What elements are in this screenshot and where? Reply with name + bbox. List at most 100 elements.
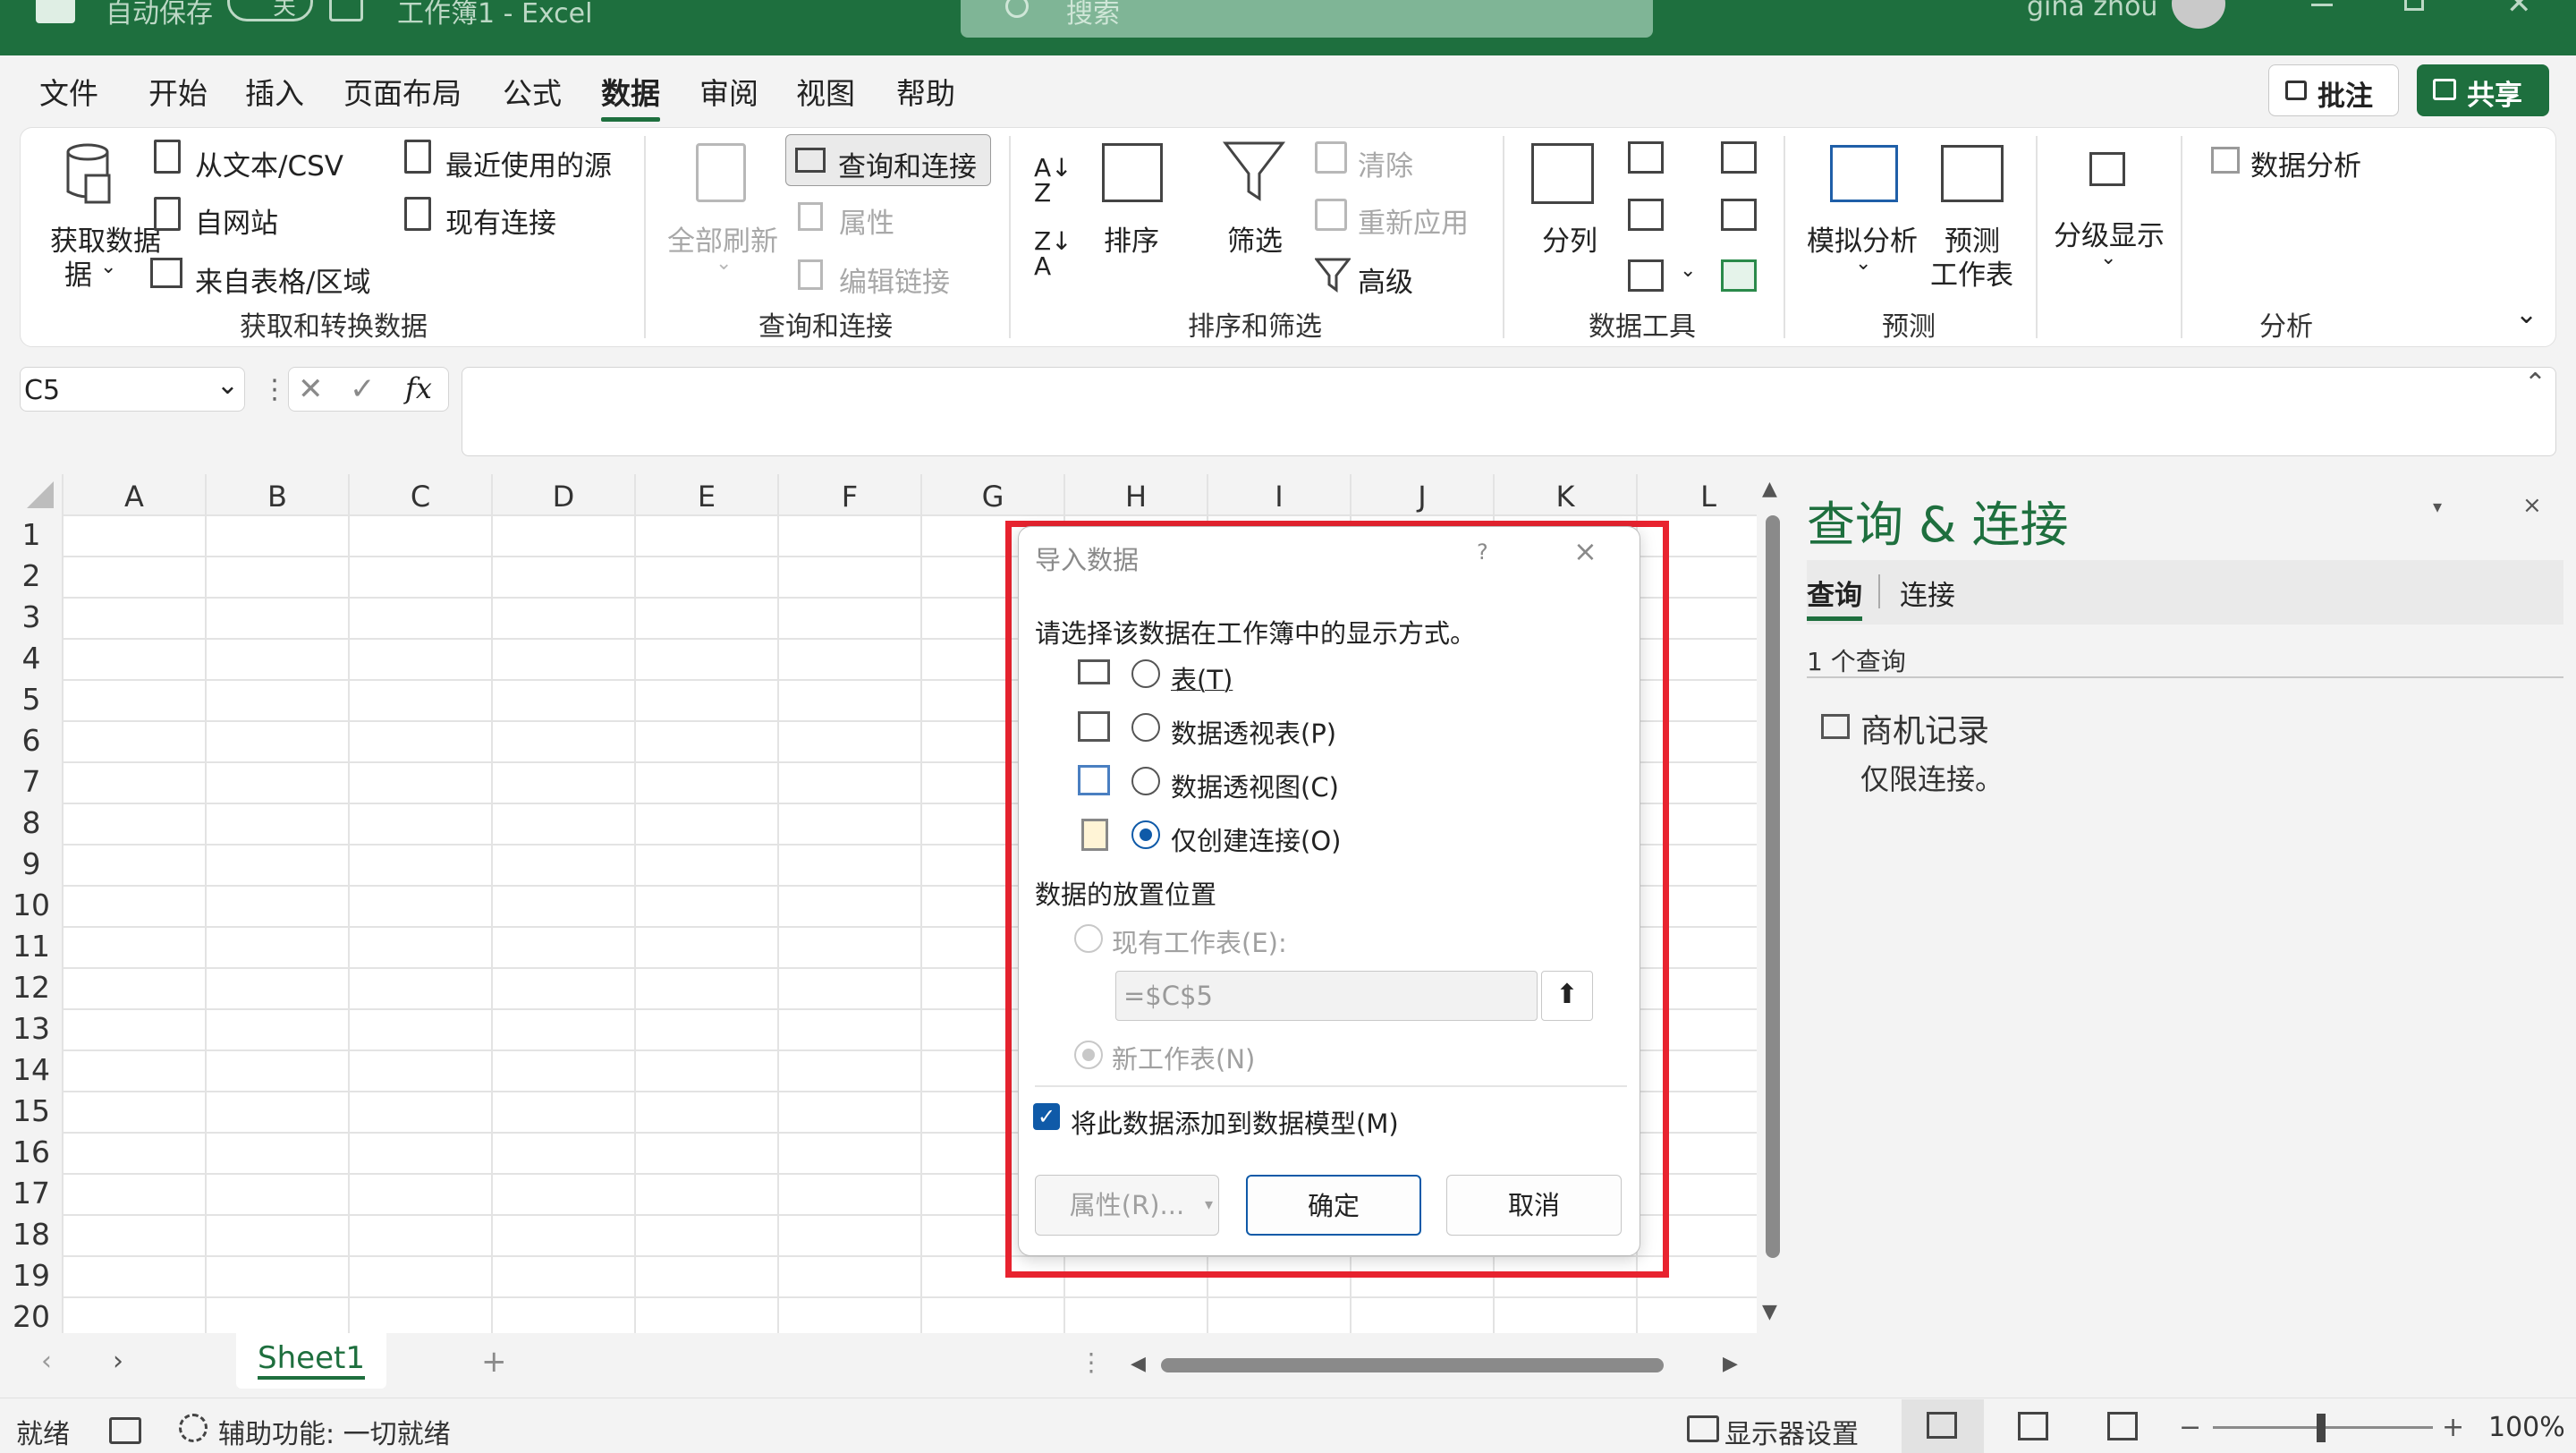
row-header[interactable]: 14 (0, 1052, 63, 1087)
tab-queries[interactable]: 查询 (1807, 573, 1862, 621)
text-to-columns-button[interactable]: 分列 (1542, 218, 1597, 259)
option-table-label[interactable]: 表(T) (1171, 659, 1233, 697)
sheet-tab-active[interactable]: Sheet1 (236, 1333, 386, 1389)
query-name[interactable]: 商机记录 (1860, 705, 1989, 752)
close-pane-icon[interactable]: × (2522, 492, 2542, 519)
filter-button[interactable]: 筛选 (1227, 218, 1283, 259)
new-worksheet-label[interactable]: 新工作表(N) (1112, 1039, 1255, 1076)
row-header[interactable]: 20 (0, 1299, 63, 1334)
scroll-up-icon[interactable]: ▲ (1762, 478, 1777, 500)
page-layout-view-icon[interactable] (2018, 1412, 2048, 1440)
share-button[interactable]: 共享 (2417, 64, 2549, 116)
edit-links-button[interactable]: 编辑链接 (839, 259, 950, 300)
add-to-model-label[interactable]: 将此数据添加到数据模型(M) (1071, 1103, 1399, 1141)
row-header[interactable]: 2 (0, 558, 63, 593)
row-header[interactable]: 17 (0, 1176, 63, 1211)
tab-help[interactable]: 帮助 (896, 70, 955, 113)
column-header[interactable]: D (492, 476, 635, 517)
horizontal-scroll-thumb[interactable] (1161, 1358, 1664, 1372)
data-model-icon[interactable] (1721, 259, 1757, 292)
row-header[interactable]: 9 (0, 846, 63, 881)
properties-dialog-button[interactable]: 属性(R)... ▾ (1035, 1175, 1219, 1236)
row-header[interactable]: 12 (0, 970, 63, 1005)
recent-sources-button[interactable]: 最近使用的源 (445, 143, 612, 183)
column-header[interactable]: H (1064, 476, 1208, 517)
scroll-right-icon[interactable]: ▶ (1723, 1353, 1738, 1375)
tab-home[interactable]: 开始 (148, 70, 208, 113)
split-handle-icon[interactable]: ⋮ (1079, 1347, 1104, 1377)
column-header[interactable]: F (778, 476, 921, 517)
tab-file[interactable]: 文件 (39, 70, 98, 113)
avatar[interactable] (2172, 0, 2225, 29)
autosave-toggle[interactable]: 关 (227, 0, 313, 21)
collapse-ribbon-icon[interactable]: ⌄ (2515, 299, 2538, 330)
forecast-sheet-button-line2[interactable]: 工作表 (1930, 252, 2013, 293)
radio-pivot-table[interactable] (1131, 713, 1160, 742)
get-data-button-line2[interactable]: 据 (64, 252, 92, 293)
from-text-csv-button[interactable]: 从文本/CSV (195, 143, 343, 183)
row-header[interactable]: 19 (0, 1258, 63, 1293)
remove-duplicates-icon[interactable] (1628, 199, 1664, 231)
clear-button[interactable]: 清除 (1358, 143, 1413, 183)
zoom-out-icon[interactable]: − (2179, 1412, 2201, 1443)
add-sheet-icon[interactable]: + (481, 1344, 507, 1380)
formula-input[interactable]: ⌃ (462, 367, 2556, 456)
minimize-icon[interactable] (2311, 4, 2333, 6)
pane-options-icon[interactable]: ▾ (2433, 496, 2442, 517)
row-header[interactable]: 6 (0, 723, 63, 758)
column-header[interactable]: E (635, 476, 778, 517)
row-header[interactable]: 15 (0, 1093, 63, 1128)
zoom-slider-thumb[interactable] (2317, 1414, 2326, 1442)
zoom-in-icon[interactable]: + (2442, 1412, 2464, 1443)
display-settings-button[interactable]: 显示器设置 (1724, 1412, 1859, 1451)
row-header[interactable]: 4 (0, 641, 63, 676)
from-web-button[interactable]: 自网站 (195, 200, 278, 241)
tab-page-layout[interactable]: 页面布局 (343, 70, 462, 113)
option-pivot-table-label[interactable]: 数据透视表(P) (1171, 713, 1336, 751)
comments-button[interactable]: 批注 (2268, 64, 2399, 116)
vertical-scrollbar[interactable]: ▲ ▼ (1757, 474, 1789, 1333)
column-header[interactable]: A (63, 476, 206, 517)
macro-record-icon[interactable] (109, 1417, 141, 1444)
row-header[interactable]: 18 (0, 1217, 63, 1252)
existing-connections-button[interactable]: 现有连接 (445, 200, 556, 241)
collapse-dialog-button[interactable]: ⬆ (1541, 971, 1593, 1021)
page-break-view-icon[interactable] (2107, 1412, 2138, 1440)
tab-view[interactable]: 视图 (796, 70, 855, 113)
zoom-level[interactable]: 100% (2488, 1412, 2565, 1443)
row-header[interactable]: 10 (0, 888, 63, 922)
radio-table[interactable] (1131, 659, 1160, 688)
radio-new-worksheet[interactable] (1074, 1041, 1103, 1069)
radio-connection-only[interactable] (1131, 820, 1160, 849)
save-icon[interactable] (329, 0, 363, 21)
column-header[interactable]: K (1494, 476, 1637, 517)
tab-insert[interactable]: 插入 (245, 70, 304, 113)
queries-connections-button[interactable]: 查询和连接 (785, 134, 991, 186)
column-header[interactable]: B (206, 476, 349, 517)
column-header[interactable]: I (1208, 476, 1351, 517)
radio-existing-worksheet[interactable] (1074, 924, 1103, 953)
tab-connections[interactable]: 连接 (1900, 573, 1955, 613)
sort-button[interactable]: 排序 (1104, 218, 1159, 259)
help-button[interactable]: ? (1477, 540, 1488, 565)
zoom-slider[interactable] (2213, 1414, 2433, 1442)
column-header[interactable]: G (921, 476, 1064, 517)
range-input[interactable]: =$C$5 (1115, 971, 1538, 1021)
scroll-down-icon[interactable]: ▼ (1762, 1301, 1777, 1323)
row-header[interactable]: 3 (0, 599, 63, 634)
cancel-button[interactable]: 取消 (1446, 1175, 1622, 1236)
row-header[interactable]: 8 (0, 805, 63, 840)
chevron-down-icon[interactable]: ⌄ (1680, 259, 1696, 282)
flash-fill-icon[interactable] (1628, 141, 1664, 174)
scroll-left-icon[interactable]: ◀ (1131, 1353, 1146, 1375)
confirm-entry-icon[interactable]: ✓ (350, 371, 376, 407)
accessibility-status[interactable]: 辅助功能: 一切就绪 (218, 1412, 451, 1451)
user-name[interactable]: gina zhou (2027, 0, 2157, 22)
row-header[interactable]: 1 (0, 517, 63, 552)
accessibility-icon[interactable] (179, 1414, 208, 1442)
option-pivot-chart-label[interactable]: 数据透视图(C) (1171, 767, 1339, 804)
option-connection-only-label[interactable]: 仅创建连接(O) (1171, 820, 1341, 858)
more-options-icon[interactable]: ⋮ (261, 374, 288, 405)
name-box[interactable]: C5 ⌄ (20, 367, 245, 412)
consolidate-icon[interactable] (1721, 141, 1757, 174)
